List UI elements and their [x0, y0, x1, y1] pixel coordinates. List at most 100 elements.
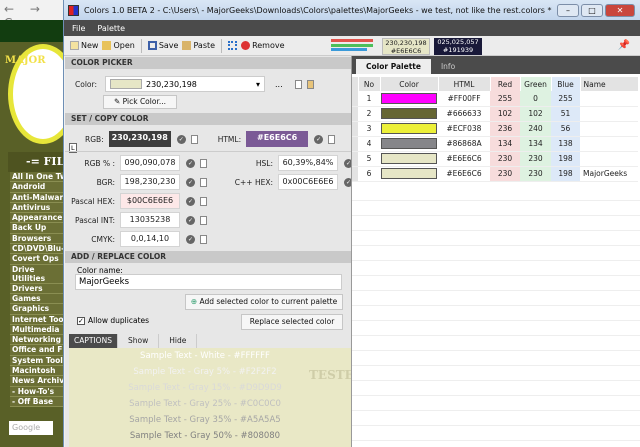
google-search[interactable]: Google: [9, 421, 53, 435]
category-link[interactable]: Android: [10, 182, 64, 193]
apply-icon[interactable]: ✓: [186, 158, 195, 168]
apply-icon[interactable]: ✓: [186, 196, 195, 206]
category-link[interactable]: Browsers: [10, 233, 64, 245]
copy-icon[interactable]: [200, 215, 207, 225]
maximize-button[interactable]: □: [581, 3, 603, 17]
col-red[interactable]: Red: [490, 77, 521, 91]
copy-icon[interactable]: [190, 134, 198, 144]
pick-color-button[interactable]: ✎ Pick Color...: [103, 95, 177, 109]
col-html[interactable]: HTML: [438, 77, 491, 91]
category-link[interactable]: Anti-Malware: [10, 192, 64, 203]
col-blue[interactable]: Blue: [551, 77, 581, 91]
category-link[interactable]: Games: [10, 293, 64, 305]
copy-icon[interactable]: [200, 196, 207, 206]
category-link[interactable]: - How-To's: [10, 386, 64, 397]
pascalint-field[interactable]: 13035238: [120, 212, 180, 228]
palette-row[interactable]: 5 #E6E6C6 230 230 198: [352, 151, 638, 167]
color-picker-header[interactable]: COLOR PICKER: [65, 57, 351, 69]
color-dropdown[interactable]: 230,230,198 ▾: [104, 76, 265, 92]
category-link[interactable]: Macintosh: [10, 366, 64, 377]
palette-row[interactable]: 1 #FF00FF 255 0 255: [352, 91, 638, 107]
apply-icon[interactable]: ✓: [186, 177, 195, 187]
col-name[interactable]: Name: [580, 77, 639, 91]
grid-button[interactable]: [228, 41, 238, 50]
category-link[interactable]: Antivirus: [10, 202, 64, 214]
color-name-input[interactable]: MajorGeeks: [75, 274, 342, 290]
col-green[interactable]: Green: [520, 77, 552, 91]
add-to-palette-button[interactable]: ⊕ Add selected color to current palette: [185, 294, 343, 310]
cell-html: #E6E6C6: [438, 166, 490, 182]
save-button[interactable]: Save: [147, 41, 178, 50]
apply-icon[interactable]: ✓: [176, 134, 186, 144]
category-link[interactable]: Back Up: [10, 223, 64, 234]
category-link[interactable]: Drivers: [10, 283, 64, 294]
palette-panel: Color Palette Info No Color HTML Red Gre…: [351, 56, 640, 447]
html-field[interactable]: #E6E6C6: [246, 131, 309, 147]
menu-palette[interactable]: Palette: [97, 24, 125, 33]
minimize-button[interactable]: –: [557, 3, 579, 17]
secondary-color-swatch[interactable]: 025,025,057 #191939: [434, 38, 482, 55]
category-link[interactable]: CD\DVD\Blu-Ray: [10, 244, 64, 255]
tab-show[interactable]: Show: [118, 334, 160, 348]
palette-row[interactable]: 6 #E6E6C6 230 230 198 MajorGeeks: [352, 166, 638, 182]
palette-row[interactable]: 4 #86868A 134 134 138: [352, 136, 638, 152]
col-no[interactable]: No: [358, 77, 381, 91]
palette-row[interactable]: 3 #ECF038 236 240 56: [352, 121, 638, 137]
paste-button[interactable]: Paste: [182, 41, 215, 50]
browser-nav[interactable]: ← → C: [0, 0, 64, 30]
category-link[interactable]: Covert Ops: [10, 254, 64, 265]
rgbp-field[interactable]: 090,090,078: [120, 155, 180, 171]
col-color[interactable]: Color: [380, 77, 439, 91]
bgr-label: BGR:: [96, 177, 115, 187]
category-link[interactable]: System Tools: [10, 355, 64, 367]
new-button[interactable]: New: [70, 41, 98, 50]
category-link[interactable]: Networking: [10, 335, 64, 346]
cell-name: MajorGeeks: [580, 166, 638, 182]
apply-icon[interactable]: ✓: [186, 234, 195, 244]
hsl-field[interactable]: 60,39%,84%: [278, 155, 338, 171]
tab-captions[interactable]: CAPTIONS: [69, 334, 118, 348]
caption-sample: Sample Text - White - #FFFFFF: [140, 351, 270, 361]
apply-icon[interactable]: ✓: [186, 215, 195, 225]
copy-icon[interactable]: [294, 79, 302, 89]
category-link[interactable]: Drive Utilities (USB, DVD): [10, 264, 64, 284]
category-link[interactable]: News Archive: [10, 376, 64, 387]
cpp-field[interactable]: 0x00C6E6E6: [278, 174, 338, 190]
remove-button[interactable]: Remove: [241, 41, 285, 50]
category-link[interactable]: Multimedia: [10, 324, 64, 336]
open-button[interactable]: Open: [102, 41, 135, 50]
bgr-field[interactable]: 198,230,230: [120, 174, 180, 190]
category-link[interactable]: Appearance: [10, 213, 64, 224]
copy-icon[interactable]: [328, 134, 336, 144]
category-link[interactable]: Graphics: [10, 304, 64, 315]
copy-icon[interactable]: [200, 234, 207, 244]
title-bar: Colors 1.0 BETA 2 - C:\Users\ - MajorGee…: [64, 0, 640, 20]
category-link[interactable]: - Off Base: [10, 396, 64, 408]
set-copy-header[interactable]: SET / COPY COLOR: [65, 113, 351, 125]
tab-color-palette[interactable]: Color Palette: [356, 59, 431, 74]
category-link[interactable]: Internet Tools: [10, 314, 64, 325]
palette-row[interactable]: 2 #666633 102 102 51: [352, 106, 638, 122]
pascalhex-field[interactable]: $00C6E6E6: [120, 193, 180, 209]
primary-color-swatch[interactable]: 230,230,198 #E6E6C6: [382, 38, 430, 55]
cell-html: #ECF038: [438, 121, 490, 137]
paste-icon[interactable]: [306, 79, 314, 89]
close-button[interactable]: ✕: [605, 3, 635, 17]
menu-file[interactable]: File: [72, 24, 85, 33]
tab-info[interactable]: Info: [431, 59, 465, 74]
cell-green: 102: [520, 106, 551, 122]
rgb-field[interactable]: 230,230,198: [108, 131, 171, 147]
cell-html: #FF00FF: [438, 91, 490, 107]
cell-no: 5: [358, 151, 380, 167]
replace-color-button[interactable]: Replace selected color: [241, 314, 343, 330]
more-button[interactable]: ...: [275, 80, 283, 89]
cell-red: 236: [490, 121, 520, 137]
tab-hide[interactable]: Hide: [159, 334, 198, 348]
pin-icon[interactable]: 📌: [618, 40, 630, 51]
apply-icon[interactable]: ✓: [314, 134, 324, 144]
category-link[interactable]: Office and Finance: [10, 345, 64, 356]
category-link[interactable]: All In One Tweaks: [10, 172, 64, 183]
add-replace-header[interactable]: ADD / REPLACE COLOR: [65, 251, 351, 263]
allow-duplicates-checkbox[interactable]: ✓ Allow duplicates: [77, 316, 149, 325]
cmyk-field[interactable]: 0,0,14,10: [120, 231, 180, 247]
